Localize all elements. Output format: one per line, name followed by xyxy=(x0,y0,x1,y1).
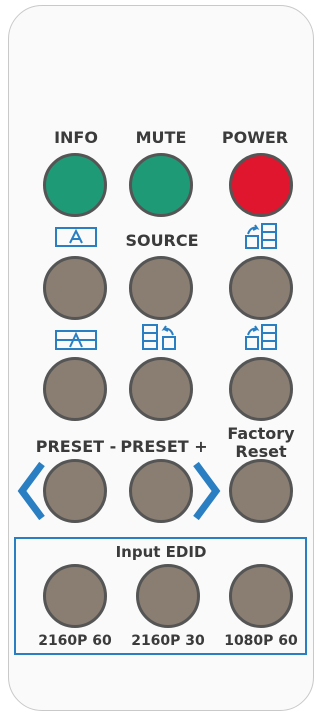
edid-1080p60-label: 1080P 60 xyxy=(224,633,298,649)
left-chevron-arrow-icon[interactable] xyxy=(16,460,46,522)
input-edid-title: Input EDID xyxy=(115,543,207,561)
power-button[interactable] xyxy=(229,153,293,217)
preset-minus-label: PRESET - xyxy=(35,437,117,456)
edid-2160p60-button[interactable] xyxy=(43,564,107,628)
factory-reset-label-line1: Factory xyxy=(227,424,295,443)
preset-plus-button[interactable] xyxy=(129,459,193,523)
source-button[interactable] xyxy=(129,256,193,320)
edid-2160p30-button[interactable] xyxy=(136,564,200,628)
preset-minus-button[interactable] xyxy=(43,459,107,523)
info-button[interactable] xyxy=(43,153,107,217)
edid-1080p60-button[interactable] xyxy=(229,564,293,628)
layout-arrow-right-icon xyxy=(245,223,277,249)
info-label: INFO xyxy=(54,128,98,147)
source-label: SOURCE xyxy=(125,231,199,250)
letter-a-strikethrough-box-icon xyxy=(55,330,97,350)
mute-label: MUTE xyxy=(135,128,187,147)
layout-arrow-left-icon xyxy=(142,324,176,350)
layout-prev-button[interactable] xyxy=(129,357,193,421)
letter-a-box-icon xyxy=(55,227,97,247)
mute-button[interactable] xyxy=(129,153,193,217)
layout-arrow-right-icon xyxy=(245,324,277,350)
layout-next-alt-button[interactable] xyxy=(229,357,293,421)
layout-next-button[interactable] xyxy=(229,256,293,320)
preset-plus-label: PRESET + xyxy=(120,437,208,456)
aspect-alt-button[interactable] xyxy=(43,357,107,421)
factory-reset-button[interactable] xyxy=(229,459,293,523)
edid-2160p30-label: 2160P 30 xyxy=(131,633,205,649)
edid-2160p60-label: 2160P 60 xyxy=(38,633,112,649)
power-label: POWER xyxy=(221,128,289,147)
aspect-button[interactable] xyxy=(43,256,107,320)
right-chevron-arrow-icon[interactable] xyxy=(192,460,222,522)
